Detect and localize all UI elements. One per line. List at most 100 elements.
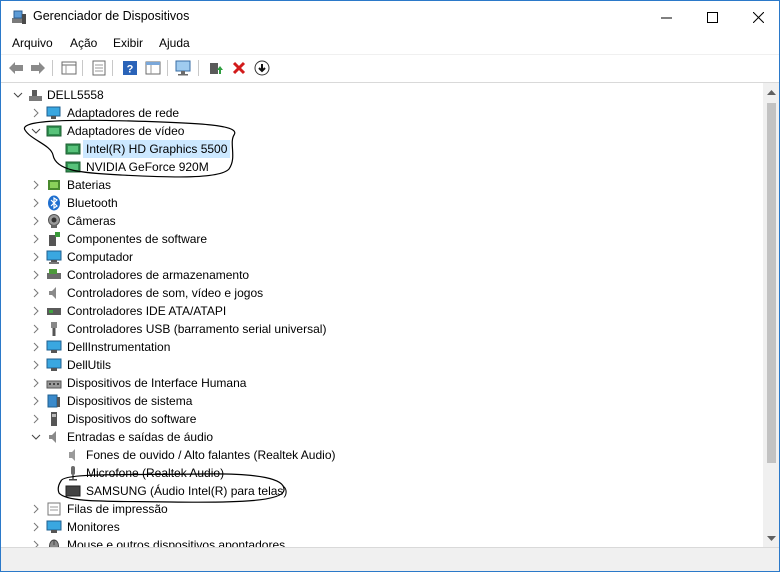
toolbar-separator bbox=[112, 60, 113, 76]
tree-category[interactable]: Dispositivos do software bbox=[1, 410, 761, 428]
toolbar-separator bbox=[167, 60, 168, 76]
scroll-up-button[interactable] bbox=[763, 83, 779, 100]
close-button[interactable] bbox=[735, 1, 779, 33]
list-button[interactable] bbox=[90, 59, 108, 77]
scroll-down-button[interactable] bbox=[763, 530, 779, 547]
chevron-right-icon[interactable] bbox=[31, 522, 41, 532]
tree-root[interactable]: DELL5558 bbox=[1, 86, 761, 104]
tree-category[interactable]: Controladores de armazenamento bbox=[1, 266, 761, 284]
chevron-right-icon[interactable] bbox=[31, 414, 41, 424]
device-manager-app-icon bbox=[12, 10, 26, 24]
minimize-icon bbox=[660, 17, 672, 18]
tree-category[interactable]: Computador bbox=[1, 248, 761, 266]
tree-category-label: Adaptadores de vídeo bbox=[67, 124, 185, 138]
tree-category[interactable]: Controladores USB (barramento serial uni… bbox=[1, 320, 761, 338]
tree-category-label: Monitores bbox=[67, 520, 120, 534]
chevron-right-icon[interactable] bbox=[31, 324, 41, 334]
monitor-icon bbox=[46, 520, 62, 533]
chevron-down-icon[interactable] bbox=[31, 432, 41, 442]
chevron-right-icon[interactable] bbox=[31, 252, 41, 262]
chevron-right-icon[interactable] bbox=[31, 360, 41, 370]
chevron-right-icon[interactable] bbox=[31, 216, 41, 226]
update-driver-button[interactable] bbox=[207, 59, 225, 77]
chevron-right-icon[interactable] bbox=[31, 504, 41, 514]
storage-controller-icon bbox=[47, 269, 61, 279]
chevron-right-icon[interactable] bbox=[31, 306, 41, 316]
tree-root-label: DELL5558 bbox=[47, 88, 104, 102]
menu-exibir[interactable]: Exibir bbox=[113, 36, 143, 50]
view-button[interactable] bbox=[144, 59, 162, 77]
menu-arquivo[interactable]: Arquivo bbox=[12, 36, 53, 50]
tree-device-item[interactable]: SAMSUNG (Áudio Intel(R) para telas) bbox=[1, 482, 761, 500]
tree-device-item[interactable]: Microfone (Realtek Audio) bbox=[1, 464, 761, 482]
tree-category-label: Controladores IDE ATA/ATAPI bbox=[67, 304, 227, 318]
help-button[interactable]: ? bbox=[121, 59, 139, 77]
tree-device-item[interactable]: Intel(R) HD Graphics 5500 bbox=[1, 140, 761, 158]
toolbar: ? bbox=[1, 54, 779, 83]
tree-category[interactable]: Câmeras bbox=[1, 212, 761, 230]
tree-device-label: Fones de ouvido / Alto falantes (Realtek… bbox=[86, 448, 336, 462]
tree-category[interactable]: Dispositivos de sistema bbox=[1, 392, 761, 410]
mouse-icon bbox=[49, 539, 59, 547]
chevron-up-icon bbox=[767, 89, 776, 95]
chevron-down-icon[interactable] bbox=[31, 126, 41, 136]
uninstall-icon bbox=[232, 61, 246, 75]
software-component-icon bbox=[49, 232, 60, 246]
title-bar[interactable]: Gerenciador de Dispositivos bbox=[1, 1, 779, 33]
chevron-right-icon[interactable] bbox=[31, 540, 41, 547]
display-monitor-icon bbox=[65, 485, 81, 497]
tree-category[interactable]: DellUtils bbox=[1, 356, 761, 374]
forward-button[interactable] bbox=[29, 59, 47, 77]
uninstall-button[interactable] bbox=[230, 59, 248, 77]
menu-ajuda[interactable]: Ajuda bbox=[159, 36, 190, 50]
tree-category[interactable]: Controladores de som, vídeo e jogos bbox=[1, 284, 761, 302]
download-button[interactable] bbox=[253, 59, 271, 77]
battery-icon bbox=[48, 180, 60, 190]
tree-category[interactable]: DellInstrumentation bbox=[1, 338, 761, 356]
display-adapter-icon bbox=[65, 143, 81, 155]
chevron-right-icon[interactable] bbox=[31, 378, 41, 388]
tree-device-item[interactable]: NVIDIA GeForce 920M bbox=[1, 158, 761, 176]
chevron-right-icon[interactable] bbox=[31, 288, 41, 298]
tree-category[interactable]: Controladores IDE ATA/ATAPI bbox=[1, 302, 761, 320]
chevron-right-icon[interactable] bbox=[31, 234, 41, 244]
monitor-icon bbox=[46, 358, 62, 371]
sound-icon bbox=[49, 287, 56, 299]
maximize-button[interactable] bbox=[689, 1, 735, 33]
vertical-scrollbar[interactable] bbox=[763, 83, 779, 547]
chevron-right-icon[interactable] bbox=[31, 180, 41, 190]
chevron-right-icon[interactable] bbox=[31, 198, 41, 208]
tree-category[interactable]: Entradas e saídas de áudio bbox=[1, 428, 761, 446]
tree-category[interactable]: Baterias bbox=[1, 176, 761, 194]
tree-category-label: Dispositivos do software bbox=[67, 412, 197, 426]
audio-icon bbox=[49, 431, 56, 443]
update-driver-icon bbox=[210, 63, 223, 74]
properties-button[interactable] bbox=[60, 59, 78, 77]
tree-category-label: DellUtils bbox=[67, 358, 112, 372]
chevron-right-icon[interactable] bbox=[31, 396, 41, 406]
tree-category[interactable]: Mouse e outros dispositivos apontadores bbox=[1, 536, 761, 547]
chevron-down-icon[interactable] bbox=[13, 90, 23, 100]
tree-category[interactable]: Monitores bbox=[1, 518, 761, 536]
device-tree[interactable]: DELL5558 Adaptadores de rede Adaptadores… bbox=[1, 83, 763, 547]
minimize-button[interactable] bbox=[643, 1, 689, 33]
bluetooth-icon bbox=[48, 195, 60, 211]
menu-acao[interactable]: Ação bbox=[70, 36, 97, 50]
scan-hardware-button[interactable] bbox=[175, 59, 193, 77]
tree-category[interactable]: Adaptadores de rede bbox=[1, 104, 761, 122]
scrollbar-thumb[interactable] bbox=[767, 103, 776, 463]
menu-bar: Arquivo Ação Exibir Ajuda bbox=[1, 33, 779, 53]
chevron-right-icon[interactable] bbox=[31, 270, 41, 280]
ide-icon bbox=[47, 308, 61, 315]
tree-category[interactable]: Componentes de software bbox=[1, 230, 761, 248]
tree-device-item[interactable]: Fones de ouvido / Alto falantes (Realtek… bbox=[1, 446, 761, 464]
chevron-right-icon[interactable] bbox=[31, 342, 41, 352]
chevron-right-icon[interactable] bbox=[31, 108, 41, 118]
tree-category[interactable]: Filas de impressão bbox=[1, 500, 761, 518]
tree-category[interactable]: Adaptadores de vídeo bbox=[1, 122, 761, 140]
tree-category-label: Entradas e saídas de áudio bbox=[67, 430, 214, 444]
tree-category[interactable]: Dispositivos de Interface Humana bbox=[1, 374, 761, 392]
back-button[interactable] bbox=[7, 59, 25, 77]
tree-category[interactable]: Bluetooth bbox=[1, 194, 761, 212]
view-icon bbox=[145, 61, 161, 75]
